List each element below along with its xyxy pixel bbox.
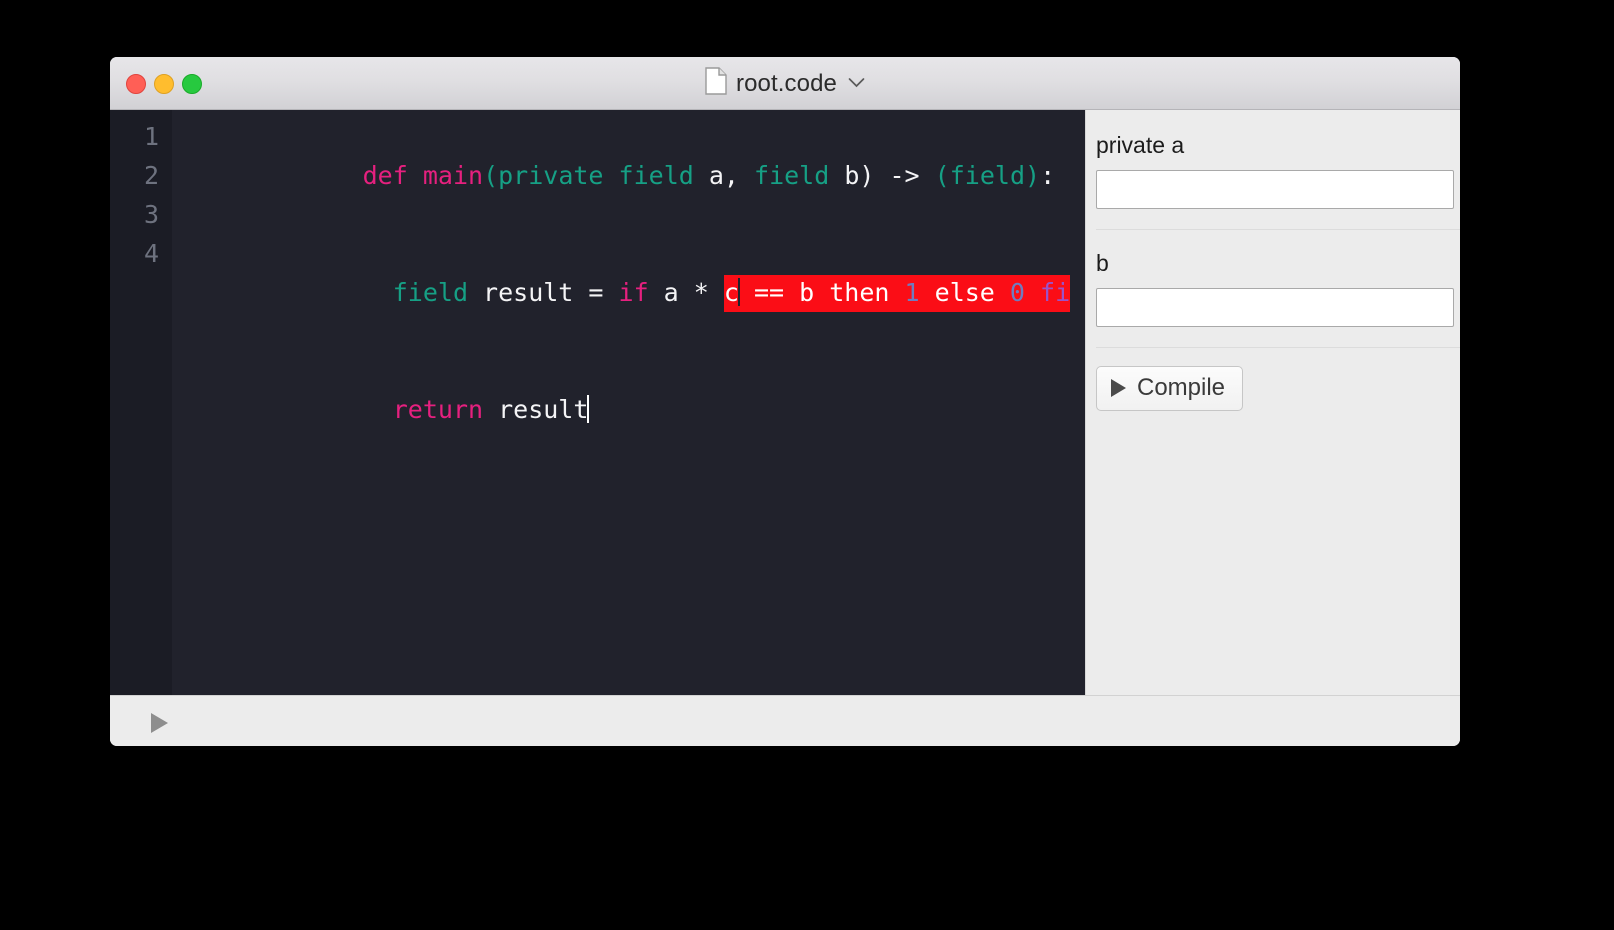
close-button[interactable] <box>126 74 146 94</box>
token-fi: fi <box>1040 278 1071 307</box>
token-a-times: a * <box>648 278 724 307</box>
inputs-panel: private a b Compile <box>1085 110 1460 695</box>
document-icon <box>705 67 727 100</box>
field-label-private-a: private a <box>1096 132 1185 158</box>
token-open-paren: ( <box>483 161 499 190</box>
traffic-light-group <box>126 74 202 94</box>
token-param-b: b <box>844 161 860 190</box>
play-triangle-icon <box>1111 379 1126 397</box>
token-field-decl: field <box>392 278 468 307</box>
field-group-b: b <box>1086 248 1460 327</box>
zoom-button[interactable] <box>182 74 202 94</box>
panel-divider <box>1096 347 1460 348</box>
token-close-paren: ) <box>859 161 875 190</box>
code-content[interactable]: def main(private field a, field b) -> (f… <box>172 110 1085 695</box>
private-a-input[interactable] <box>1096 170 1454 209</box>
chevron-down-icon[interactable] <box>848 75 865 93</box>
token-private-field: private field <box>498 161 709 190</box>
line-number: 2 <box>143 161 159 190</box>
text-cursor <box>587 395 590 423</box>
token-result-eq: result = <box>468 278 619 307</box>
token-param-a: a <box>708 161 724 190</box>
field-label-b: b <box>1096 250 1109 276</box>
compile-button-label: Compile <box>1137 374 1226 401</box>
compile-row: Compile <box>1086 366 1460 411</box>
token-one: 1 <box>904 278 920 307</box>
token-ret-field: field <box>949 161 1025 190</box>
b-input[interactable] <box>1096 288 1454 327</box>
error-highlight: c == b then 1 else 0 fi <box>723 275 1071 312</box>
line-number: 1 <box>143 122 159 151</box>
line-number: 4 <box>143 239 159 268</box>
window-title: root.code <box>736 69 837 97</box>
token-zero: 0 <box>1009 278 1025 307</box>
code-line-3: return result <box>182 351 1085 468</box>
minimize-button[interactable] <box>154 74 174 94</box>
token-eq-b-then: == b then <box>738 278 905 307</box>
token-result-ref: result <box>483 395 589 424</box>
editor-window: root.code 1 2 3 4 def main(private field… <box>110 57 1460 746</box>
field-group-private-a: private a <box>1086 130 1460 209</box>
code-line-1: def main(private field a, field b) -> (f… <box>182 117 1085 234</box>
window-titlebar[interactable]: root.code <box>110 57 1460 110</box>
line-number-gutter: 1 2 3 4 <box>110 110 172 695</box>
play-triangle-icon[interactable] <box>151 713 168 733</box>
token-colon: : <box>1040 161 1056 190</box>
code-editor[interactable]: 1 2 3 4 def main(private field a, field … <box>110 110 1085 695</box>
panel-divider <box>1096 229 1460 230</box>
code-line-2: field result = if a * c == b then 1 else… <box>182 234 1085 351</box>
window-body: 1 2 3 4 def main(private field a, field … <box>110 110 1460 695</box>
token-ret-close: ) <box>1025 161 1041 190</box>
status-bar <box>110 695 1460 746</box>
token-main: main <box>422 161 484 190</box>
token-c: c <box>723 278 739 307</box>
compile-button[interactable]: Compile <box>1096 366 1244 411</box>
window-title-group: root.code <box>110 57 1460 110</box>
desktop-background: root.code 1 2 3 4 def main(private field… <box>0 0 1614 930</box>
token-comma: , <box>723 161 755 190</box>
token-indent-3 <box>363 395 393 424</box>
token-else: else <box>919 278 1010 307</box>
token-field: field <box>754 161 845 190</box>
token-if: if <box>618 278 649 307</box>
token-ret-open: ( <box>934 161 950 190</box>
line-number: 3 <box>143 200 159 229</box>
token-return: return <box>392 395 484 424</box>
token-def: def <box>362 161 423 190</box>
token-arrow: -> <box>874 161 935 190</box>
